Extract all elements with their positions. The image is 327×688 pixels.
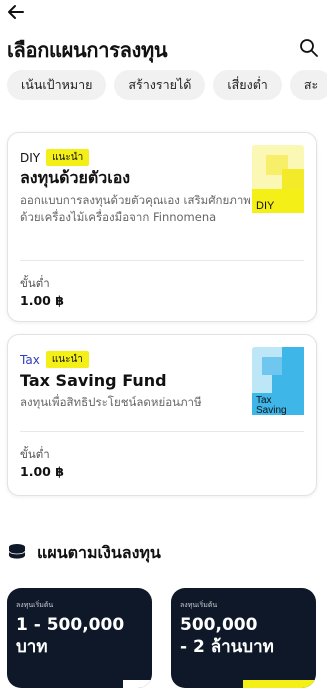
plan-amount-line1: 1 - 500,000 [16,615,125,635]
card-type-label: Tax [20,352,40,367]
plan-amount-line1: 500,000 [180,615,258,635]
search-icon[interactable] [299,38,319,58]
back-arrow-icon[interactable] [6,2,30,24]
plan-decoration [123,680,152,688]
plan-amount-line2: - 2 ล้านบาท [180,637,274,657]
plan-amount: 500,000 - 2 ล้านบาท [180,614,274,658]
section-title: แผนตามเงินลงทุน [37,543,161,562]
filter-chips: เน้นเป้าหมาย สร้างรายได้ เสี่ยงต่ำ สะ [7,70,327,102]
filter-chip-income[interactable]: สร้างรายได้ [114,70,206,100]
section-header: แผนตามเงินลงทุน [7,541,161,566]
tax-illustration-line2: Saving [256,405,287,415]
recommended-badge: แนะนำ [45,351,89,368]
plan-caption: ลงทุนเริ่มต้น [16,601,54,609]
diy-illustration-text: DIY [256,200,275,212]
page-title: เลือกแผนการลงทุน [7,38,168,62]
investment-plan-tile[interactable]: ลงทุนเริ่มต้น 1 - 500,000 บาท [7,588,152,688]
coin-stack-icon [7,543,27,565]
divider [20,260,304,261]
tax-illustration-icon: Tax Saving [252,347,304,416]
min-label: ขั้นต่ำ [20,447,50,461]
investment-plan-tile[interactable]: ลงทุนเริ่มต้น 500,000 - 2 ล้านบาท [171,588,316,688]
plan-card-tax[interactable]: Tax แนะนำ Tax Saving Fund ลงทุนเพื่อสิทธ… [7,334,317,496]
plan-card-diy[interactable]: DIY แนะนำ ลงทุนด้วยตัวเอง ออกแบบการลงทุน… [7,132,317,322]
divider [20,431,304,432]
plan-decoration [243,680,316,688]
diy-illustration-icon: DIY [252,145,304,213]
filter-chip-partial[interactable]: สะ [289,70,327,100]
plan-caption: ลงทุนเริ่มต้น [180,601,218,609]
recommended-badge: แนะนำ [46,149,90,166]
filter-chip-goal[interactable]: เน้นเป้าหมาย [7,70,107,100]
card-type-label: DIY [20,150,41,165]
card-description: ลงทุนเพื่อสิทธิประโยชน์ลดหย่อนภาษี [20,395,202,409]
card-title: Tax Saving Fund [20,371,167,390]
min-value: 1.00 ฿ [20,464,64,479]
min-value: 1.00 ฿ [20,293,64,308]
plan-amount-line2: บาท [16,637,48,657]
filter-chip-low-risk[interactable]: เสี่ยงต่ำ [213,70,282,100]
plan-amount: 1 - 500,000 บาท [16,614,124,658]
card-description: ออกแบบการลงทุนด้วยตัวคุณเอง เสริมศักยภาพ… [20,193,251,224]
card-title: ลงทุนด้วยตัวเอง [20,168,131,187]
min-label: ขั้นต่ำ [20,276,50,290]
